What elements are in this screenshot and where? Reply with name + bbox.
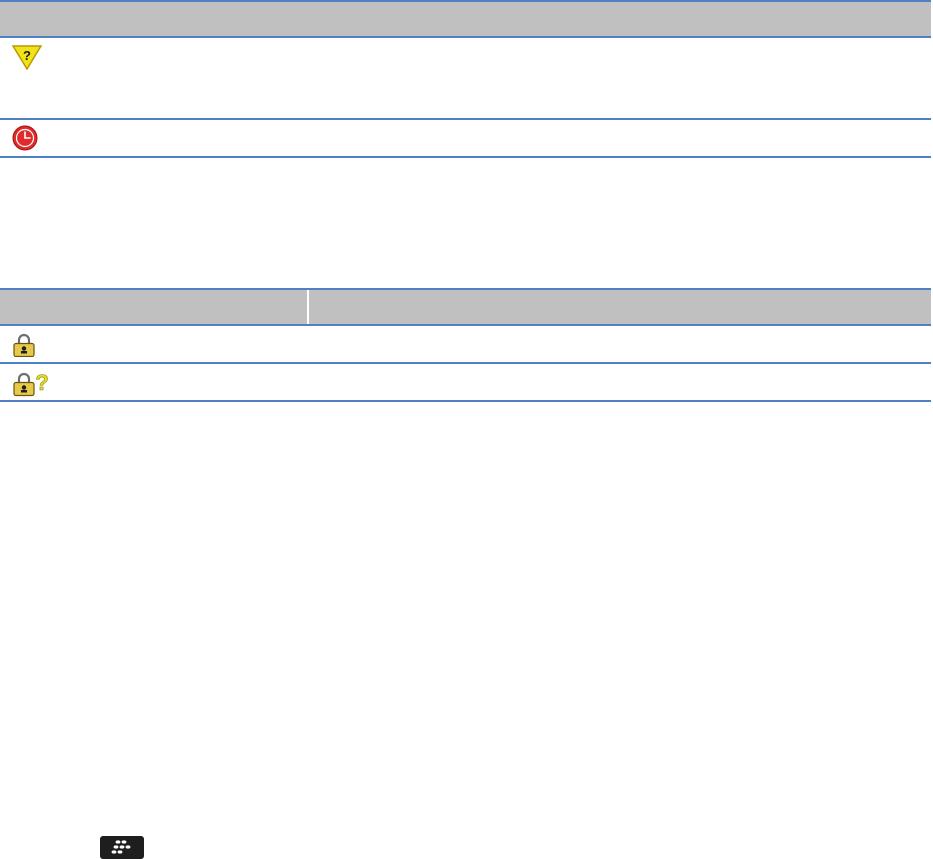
svg-text:?: ? [23,48,31,63]
table-row: ? [0,364,931,402]
table-row: ? [0,38,931,120]
padlock-icon [13,333,35,357]
table-header-cell [309,290,931,324]
icon-table-1: ? [0,0,931,158]
blackberry-menu-key-icon [100,836,144,859]
warning-question-icon: ? [12,45,42,70]
red-clock-icon [12,125,38,151]
table-header-row [0,288,931,326]
svg-text:?: ? [35,370,48,395]
table-row [0,120,931,158]
padlock-question-icon: ? [13,370,49,397]
icon-table-2: ? [0,288,931,402]
table-header-cell [0,2,931,36]
table-header-row [0,0,931,38]
table-row [0,326,931,364]
table-header-cell [0,290,309,324]
